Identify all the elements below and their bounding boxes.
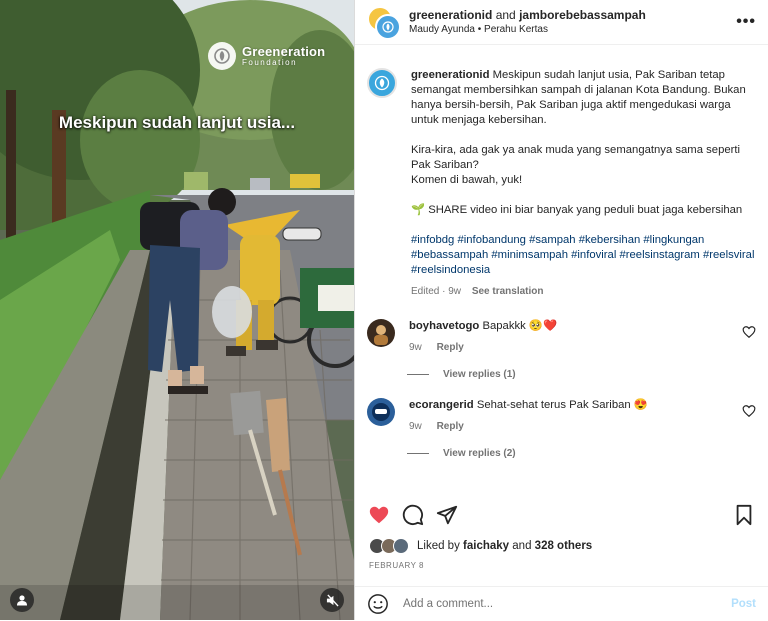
collab-avatars[interactable] [367,6,401,40]
see-translation-button[interactable]: See translation [472,286,544,297]
heart-filled-icon [369,506,389,524]
more-options-icon[interactable]: ••• [736,13,756,31]
brand-name: Greeneration [242,44,326,59]
brand-watermark: Greeneration Foundation [208,42,325,70]
caption-cta: Komen di bawah, yuk! [411,174,523,186]
save-button[interactable] [732,503,756,527]
header-and: and [495,8,516,23]
tagged-people-button[interactable] [10,588,34,612]
video-overlay-caption: Meskipun sudah lanjut usia... [58,113,296,132]
like-button[interactable] [367,503,391,527]
comment-username[interactable]: boyhavetogo [409,320,479,332]
reply-button[interactable]: Reply [437,342,464,353]
add-comment-bar: Post [355,586,768,621]
comments-area: greenerationid Meskipun sudah lanjut usi… [355,52,768,492]
person-icon [17,595,27,606]
comment-item: boyhavetogo Bapakkk 🥺❤️ 9w Reply [367,319,756,355]
bookmark-icon [736,504,752,526]
liker-username[interactable]: faichaky [463,540,509,552]
post-panel: greenerationid and jamborebebassampah Ma… [354,0,768,620]
greeneration-logo [208,42,236,70]
likes-and: and [512,540,532,552]
caption-username[interactable]: greenerationid [411,69,489,81]
reply-button[interactable]: Reply [437,421,464,432]
leaf-logo-icon [382,21,394,33]
leaf-logo-icon [374,75,390,91]
comment-input[interactable] [401,597,732,611]
mute-button[interactable] [320,588,344,612]
avatar[interactable] [367,319,395,347]
likes-summary: Liked by faichaky and 328 others [369,538,592,554]
comment-bubble-icon [402,504,424,526]
view-replies-button[interactable]: View replies (2) [407,448,756,459]
account-link-jamborebebassampah[interactable]: jamborebebassampah [519,8,646,22]
account-link-greenerationid[interactable]: greenerationid [409,8,492,22]
post-caption: greenerationid Meskipun sudah lanjut usi… [367,68,756,299]
action-bar [355,500,768,530]
post-date: FEBRUARY 8 [369,561,424,570]
comment-text: Sehat-sehat terus Pak Sariban 😍 [476,399,648,411]
brand-sub: Foundation [242,58,298,67]
likes-count[interactable]: 328 others [535,540,593,552]
instagram-post: Greeneration Foundation Meskipun sudah l… [0,0,768,620]
video-frame [0,0,354,620]
audio-attribution[interactable]: Maudy Ayunda • Perahu Kertas [409,23,736,37]
comment-time: 9w [409,421,422,432]
caption-hashtags[interactable]: #infobdg #infobandung #sampah #kebersiha… [411,234,754,276]
caption-edited-time: Edited · 9w [411,286,462,297]
likes-prefix: Liked by [417,540,460,552]
avatar[interactable] [375,14,401,40]
paper-plane-icon [436,505,458,525]
avatar[interactable] [367,398,395,426]
caption-question: Kira-kira, ada gak ya anak muda yang sem… [411,144,741,171]
emoji-icon[interactable] [367,593,389,615]
view-replies-button[interactable]: View replies (1) [407,369,756,380]
comment-username[interactable]: ecorangerid [409,399,474,411]
liker-avatars[interactable] [369,538,413,554]
comment-item: ecorangerid Sehat-sehat terus Pak Sariba… [367,398,756,434]
comment-text: Bapakkk 🥺❤️ [482,320,558,332]
reel-video[interactable]: Greeneration Foundation Meskipun sudah l… [0,0,354,620]
comment-button[interactable] [401,503,425,527]
post-comment-button[interactable]: Post [731,598,756,610]
post-header: greenerationid and jamborebebassampah Ma… [355,0,768,45]
like-comment-heart-icon[interactable] [742,404,756,418]
speaker-muted-icon [326,593,339,607]
comment-time: 9w [409,342,422,353]
share-button[interactable] [435,503,459,527]
caption-share: 🌱 SHARE video ini biar banyak yang pedul… [411,204,743,216]
like-comment-heart-icon[interactable] [742,325,756,339]
avatar[interactable] [367,68,397,98]
